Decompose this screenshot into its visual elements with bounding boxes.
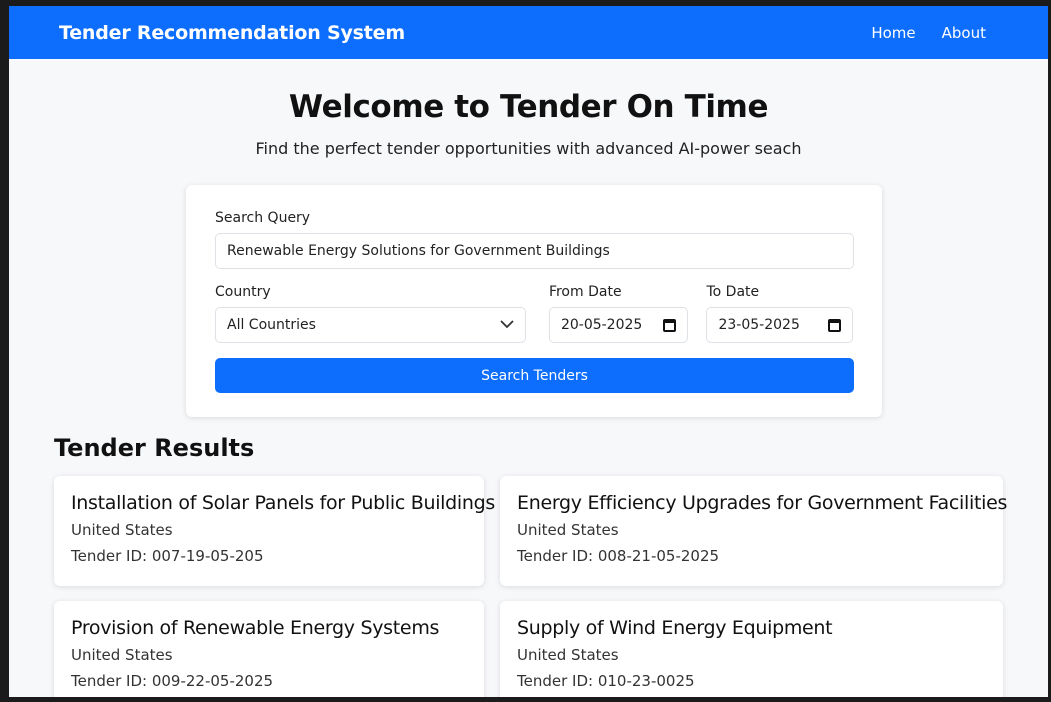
chevron-down-icon bbox=[500, 317, 514, 333]
calendar-icon[interactable] bbox=[828, 318, 841, 332]
tender-card[interactable]: Provision of Renewable Energy Systems Un… bbox=[54, 601, 484, 697]
tender-id: Tender ID: 007-19-05-205 bbox=[71, 547, 264, 565]
tender-id: Tender ID: 008-21-05-2025 bbox=[517, 547, 720, 565]
from-date-value: 20-05-2025 bbox=[560, 317, 643, 333]
tender-title[interactable]: Supply of Wind Energy Equipment bbox=[517, 617, 986, 639]
tender-country: United States bbox=[517, 521, 619, 539]
tender-id: Tender ID: 009-22-05-2025 bbox=[71, 672, 274, 690]
to-date-value: 23-05-2025 bbox=[718, 317, 800, 333]
brand-title[interactable]: Tender Recommendation System bbox=[59, 22, 405, 44]
search-query-label: Search Query bbox=[215, 210, 311, 226]
search-card: Search Query Renewable Energy Solutions … bbox=[186, 185, 882, 417]
nav-links: Home About bbox=[871, 24, 986, 42]
results-title: Tender Results bbox=[54, 434, 255, 462]
tender-country: United States bbox=[71, 646, 173, 664]
tender-id: Tender ID: 010-23-0025 bbox=[517, 672, 695, 690]
nav-link-about[interactable]: About bbox=[942, 24, 986, 42]
search-query-value: Renewable Energy Solutions for Governmen… bbox=[227, 243, 610, 259]
tender-card[interactable]: Supply of Wind Energy Equipment United S… bbox=[500, 601, 1003, 697]
nav-link-home[interactable]: Home bbox=[871, 24, 915, 42]
tender-card[interactable]: Installation of Solar Panels for Public … bbox=[54, 476, 495, 586]
navbar: Tender Recommendation System Home About bbox=[9, 6, 1048, 59]
tender-title[interactable]: Provision of Renewable Energy Systems bbox=[71, 617, 467, 639]
page-title: Welcome to Tender On Time bbox=[288, 89, 769, 125]
country-label: Country bbox=[215, 284, 271, 300]
tender-card[interactable]: Energy Efficiency Upgrades for Governmen… bbox=[500, 476, 1007, 586]
country-select[interactable]: All Countries bbox=[215, 307, 526, 343]
tender-title[interactable]: Energy Efficiency Upgrades for Governmen… bbox=[517, 492, 1007, 514]
country-value: All Countries bbox=[227, 317, 316, 333]
from-date-group: From Date 20-05-2025 bbox=[548, 284, 689, 343]
search-query-input[interactable]: Renewable Energy Solutions for Governmen… bbox=[215, 233, 854, 269]
tender-title[interactable]: Installation of Solar Panels for Public … bbox=[71, 492, 495, 514]
hero: Welcome to Tender On Time Find the perfe… bbox=[9, 89, 1048, 158]
calendar-icon[interactable] bbox=[663, 318, 677, 332]
from-date-input[interactable]: 20-05-2025 bbox=[548, 307, 689, 343]
tender-country: United States bbox=[71, 521, 173, 539]
from-date-label: From Date bbox=[548, 284, 622, 300]
to-date-input[interactable]: 23-05-2025 bbox=[706, 307, 853, 343]
filter-row: Country All Countries From Date 20-05-20… bbox=[215, 284, 853, 343]
search-tenders-button[interactable]: Search Tenders bbox=[215, 358, 854, 393]
page-subtitle: Find the perfect tender opportunities wi… bbox=[255, 139, 802, 158]
to-date-label: To Date bbox=[706, 284, 760, 300]
to-date-group: To Date 23-05-2025 bbox=[706, 284, 853, 343]
app-window: Tender Recommendation System Home About … bbox=[9, 6, 1048, 697]
tender-country: United States bbox=[517, 646, 619, 664]
country-field-group: Country All Countries bbox=[215, 284, 526, 343]
